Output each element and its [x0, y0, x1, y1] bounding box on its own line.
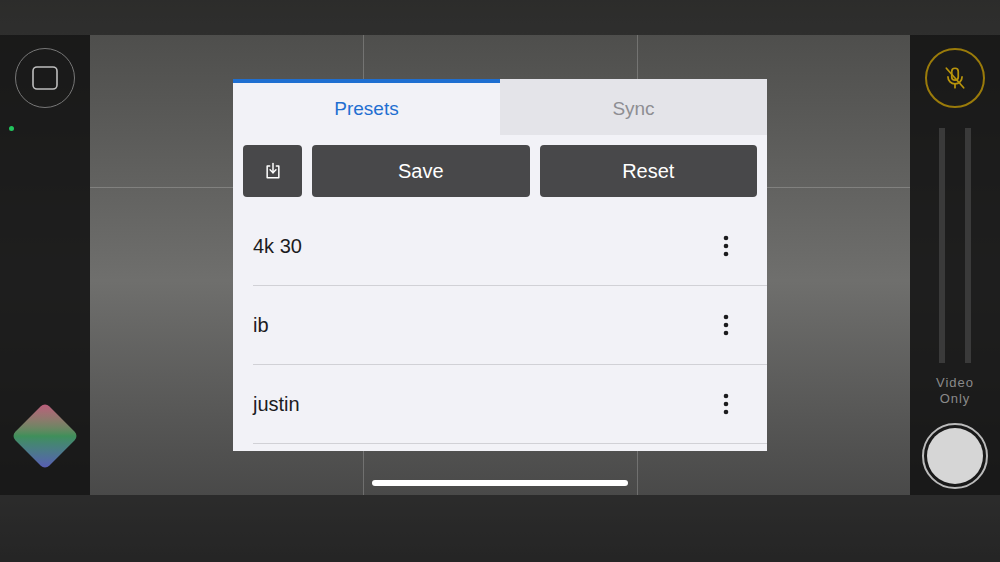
toolbar-button[interactable]: Save: [312, 145, 530, 197]
import-button[interactable]: [243, 145, 302, 197]
preset-row[interactable]: 4k 30: [253, 207, 767, 286]
preset-row[interactable]: justin: [253, 365, 767, 444]
top-strip: [0, 0, 1000, 35]
more-icon[interactable]: [723, 235, 729, 257]
tab[interactable]: Sync: [500, 79, 767, 135]
aspect-button[interactable]: [15, 48, 75, 108]
audio-meter: [939, 128, 945, 363]
mode-label: Video Only: [925, 375, 985, 407]
mic-button[interactable]: [925, 48, 985, 108]
bottom-strip: [0, 495, 1000, 562]
color-button[interactable]: [11, 402, 79, 470]
import-icon: [263, 161, 283, 181]
toolbar-button[interactable]: Reset: [540, 145, 758, 197]
preset-row[interactable]: ib: [253, 286, 767, 365]
tab-bar: PresetsSync: [233, 79, 767, 135]
right-bar: Video Only: [910, 35, 1000, 495]
camera-screen: Video OnlyPresetsSyncSaveReset4k 30ibjus…: [0, 0, 1000, 562]
home-indicator: [372, 480, 628, 486]
tab[interactable]: Presets: [233, 79, 500, 135]
left-bar: [0, 35, 90, 495]
frame-icon: [30, 63, 60, 93]
presets-dialog: PresetsSyncSaveReset4k 30ibjustin: [233, 79, 767, 451]
toolbar: SaveReset: [233, 135, 767, 197]
more-icon[interactable]: [723, 314, 729, 336]
audio-meter: [965, 128, 971, 363]
mic-muted-icon: [942, 65, 968, 91]
more-icon[interactable]: [723, 393, 729, 415]
record-button[interactable]: [922, 423, 988, 489]
preset-list: 4k 30ibjustin: [233, 207, 767, 444]
status-dot: [9, 126, 14, 131]
